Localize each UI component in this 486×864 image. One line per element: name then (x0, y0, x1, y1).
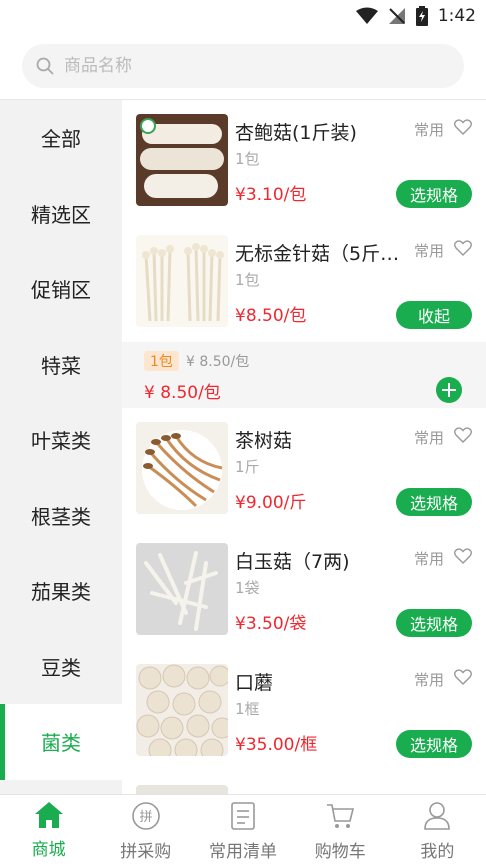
frequent-tag: 常用 (413, 242, 444, 260)
list-item[interactable]: 茶树菇 1斤 ¥9.00/斤 常用 选规格 (122, 408, 486, 529)
frequent-tag: 常用 (413, 121, 444, 139)
spec-chip[interactable]: 1包 (144, 351, 179, 371)
bottom-tab-bar: 商城 拼 拼采购 常用清单 购物车 我的 (0, 794, 486, 864)
product-unit: 1包 (235, 150, 260, 168)
list-item[interactable]: 白玉菇（7两) 1袋 ¥3.50/袋 常用 选规格 (122, 529, 486, 650)
tab-label: 购物车 (314, 842, 366, 862)
no-signal-icon (388, 8, 405, 24)
list-item[interactable] (122, 771, 486, 794)
product-name: 白玉菇（7两) (235, 551, 350, 573)
home-icon (34, 802, 63, 828)
select-spec-button[interactable]: 选规格 (396, 180, 472, 208)
list-item[interactable]: 无标金针菇（5斤… 1包 ¥8.50/包 常用 收起 (122, 221, 486, 342)
sidebar-item-solanaceous[interactable]: 茄果类 (0, 553, 122, 629)
product-image[interactable] (136, 422, 228, 514)
product-unit: 1框 (235, 700, 260, 718)
product-name: 口蘑 (235, 672, 274, 694)
product-list: 杏鲍菇(1斤装) 1包 ¥3.10/包 常用 选规格 无标金针菇（5斤… 1包 (122, 100, 486, 794)
heart-icon[interactable] (454, 427, 472, 443)
sidebar-item-leafy[interactable]: 叶菜类 (0, 402, 122, 478)
spec-unit-price: ¥ 8.50/包 (186, 354, 250, 370)
select-spec-button[interactable]: 选规格 (396, 730, 472, 758)
group-buy-icon: 拼 (131, 802, 160, 830)
battery-icon (415, 6, 428, 26)
product-price: ¥35.00/框 (235, 735, 318, 755)
product-name: 无标金针菇（5斤… (235, 243, 400, 265)
spec-price: ¥ 8.50/包 (144, 383, 221, 403)
frequent-tag: 常用 (413, 550, 444, 568)
tab-cart[interactable]: 购物车 (292, 795, 389, 864)
status-bar: 1:42 (0, 0, 486, 34)
product-image[interactable] (136, 543, 228, 635)
product-image[interactable] (136, 114, 228, 206)
product-unit: 1斤 (235, 458, 260, 476)
product-name: 茶树菇 (235, 430, 293, 452)
heart-icon[interactable] (454, 548, 472, 564)
collapse-button[interactable]: 收起 (396, 301, 472, 329)
product-image[interactable] (136, 785, 228, 794)
tab-frequent-list[interactable]: 常用清单 (194, 795, 291, 864)
search-icon (36, 57, 54, 75)
product-unit: 1包 (235, 271, 260, 289)
category-sidebar: 全部 精选区 促销区 特菜 叶菜类 根茎类 茄果类 豆类 菌类 (0, 100, 122, 794)
tab-mine[interactable]: 我的 (389, 795, 486, 864)
add-to-cart-plus-icon[interactable] (436, 377, 462, 403)
tab-label: 常用清单 (209, 842, 277, 862)
heart-icon[interactable] (454, 669, 472, 685)
list-icon (231, 802, 255, 830)
product-price: ¥3.10/包 (235, 185, 307, 205)
sidebar-item-mushrooms[interactable]: 菌类 (0, 704, 122, 780)
wifi-icon (355, 7, 378, 24)
sidebar-item-beans[interactable]: 豆类 (0, 629, 122, 705)
product-unit: 1袋 (235, 579, 260, 597)
tab-mall[interactable]: 商城 (0, 795, 97, 864)
product-price: ¥8.50/包 (235, 306, 307, 326)
tab-group-buy[interactable]: 拼 拼采购 (97, 795, 194, 864)
search-input[interactable] (64, 56, 444, 76)
search-bar[interactable] (22, 44, 464, 88)
svg-text:拼: 拼 (139, 810, 152, 825)
product-image[interactable] (136, 664, 228, 756)
tab-label: 商城 (31, 840, 66, 860)
tab-label: 拼采购 (120, 842, 172, 862)
tab-label: 我的 (420, 842, 455, 862)
list-item[interactable]: 口蘑 1框 ¥35.00/框 常用 选规格 (122, 650, 486, 771)
product-price: ¥9.00/斤 (235, 493, 307, 513)
sidebar-item-featured[interactable]: 精选区 (0, 176, 122, 252)
frequent-tag: 常用 (413, 429, 444, 447)
select-spec-button[interactable]: 选规格 (396, 609, 472, 637)
sidebar-item-special-veg[interactable]: 特菜 (0, 327, 122, 403)
user-icon (424, 802, 451, 830)
heart-icon[interactable] (454, 240, 472, 256)
product-name: 杏鲍菇(1斤装) (235, 122, 357, 144)
product-price: ¥3.50/袋 (235, 614, 307, 634)
heart-icon[interactable] (454, 119, 472, 135)
sidebar-item-root[interactable]: 根茎类 (0, 478, 122, 554)
product-image[interactable] (136, 235, 228, 327)
status-time: 1:42 (437, 6, 476, 26)
list-item[interactable]: 杏鲍菇(1斤装) 1包 ¥3.10/包 常用 选规格 (122, 100, 486, 221)
select-spec-button[interactable]: 选规格 (396, 488, 472, 516)
sidebar-item-all[interactable]: 全部 (0, 100, 122, 176)
spec-panel: 1包 ¥ 8.50/包 ¥ 8.50/包 (122, 342, 486, 408)
status-icons: 1:42 (355, 6, 476, 26)
cart-icon (327, 804, 355, 828)
sidebar-item-promotion[interactable]: 促销区 (0, 251, 122, 327)
frequent-tag: 常用 (413, 671, 444, 689)
